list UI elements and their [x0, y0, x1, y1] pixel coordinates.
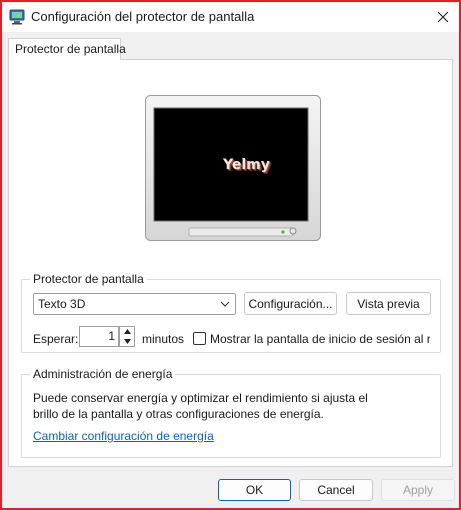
change-power-settings-link[interactable]: Cambiar configuración de energía	[33, 429, 214, 443]
caret-up-icon	[123, 329, 131, 335]
preview-button[interactable]: Vista previa	[346, 292, 431, 315]
wait-minutes-input[interactable]: 1	[79, 326, 119, 347]
wait-minutes-spinner[interactable]	[119, 326, 135, 347]
power-group-legend: Administración de energía	[30, 367, 176, 381]
power-management-group: Administración de energía Puede conserva…	[21, 367, 441, 458]
title-bar: Configuración del protector de pantalla	[2, 2, 459, 32]
wait-label: Esperar:	[33, 332, 79, 346]
window-title: Configuración del protector de pantalla	[31, 9, 255, 24]
caret-down-icon	[123, 338, 131, 344]
screensaver-select[interactable]: Texto 3D	[33, 293, 236, 315]
screensaver-preview-text: Yelmy	[223, 157, 270, 173]
minutes-label: minutos	[142, 332, 185, 346]
power-description-line1: Puede conservar energía y optimizar el r…	[33, 391, 368, 405]
spin-down-button[interactable]	[120, 337, 134, 347]
screensaver-group-legend: Protector de pantalla	[30, 272, 147, 286]
screensaver-select-value: Texto 3D	[38, 297, 86, 311]
chevron-down-icon	[220, 301, 230, 307]
logon-label-clip: Mostrar la pantalla de inicio de sesión …	[210, 332, 430, 346]
show-logon-checkbox[interactable]	[193, 332, 206, 345]
spin-up-button[interactable]	[120, 327, 134, 337]
display-settings-icon	[9, 9, 25, 25]
apply-button[interactable]: Apply	[381, 479, 455, 501]
ok-button[interactable]: OK	[218, 479, 291, 501]
tab-protector-de-pantalla[interactable]: Protector de pantalla	[8, 38, 126, 60]
tab-panel: Yelmy Protector de pantalla Texto 3D Con…	[8, 59, 453, 467]
close-button[interactable]	[427, 2, 459, 32]
power-description-line2: brillo de la pantalla y otras configurac…	[33, 407, 324, 421]
screensaver-group: Protector de pantalla Texto 3D Configura…	[21, 272, 441, 353]
screensaver-settings-window: Configuración del protector de pantalla …	[0, 0, 461, 510]
settings-button[interactable]: Configuración...	[244, 292, 337, 315]
cancel-button[interactable]: Cancel	[299, 479, 373, 501]
close-icon	[437, 11, 449, 23]
show-logon-checkbox-label[interactable]: Mostrar la pantalla de inicio de sesión …	[210, 332, 430, 346]
